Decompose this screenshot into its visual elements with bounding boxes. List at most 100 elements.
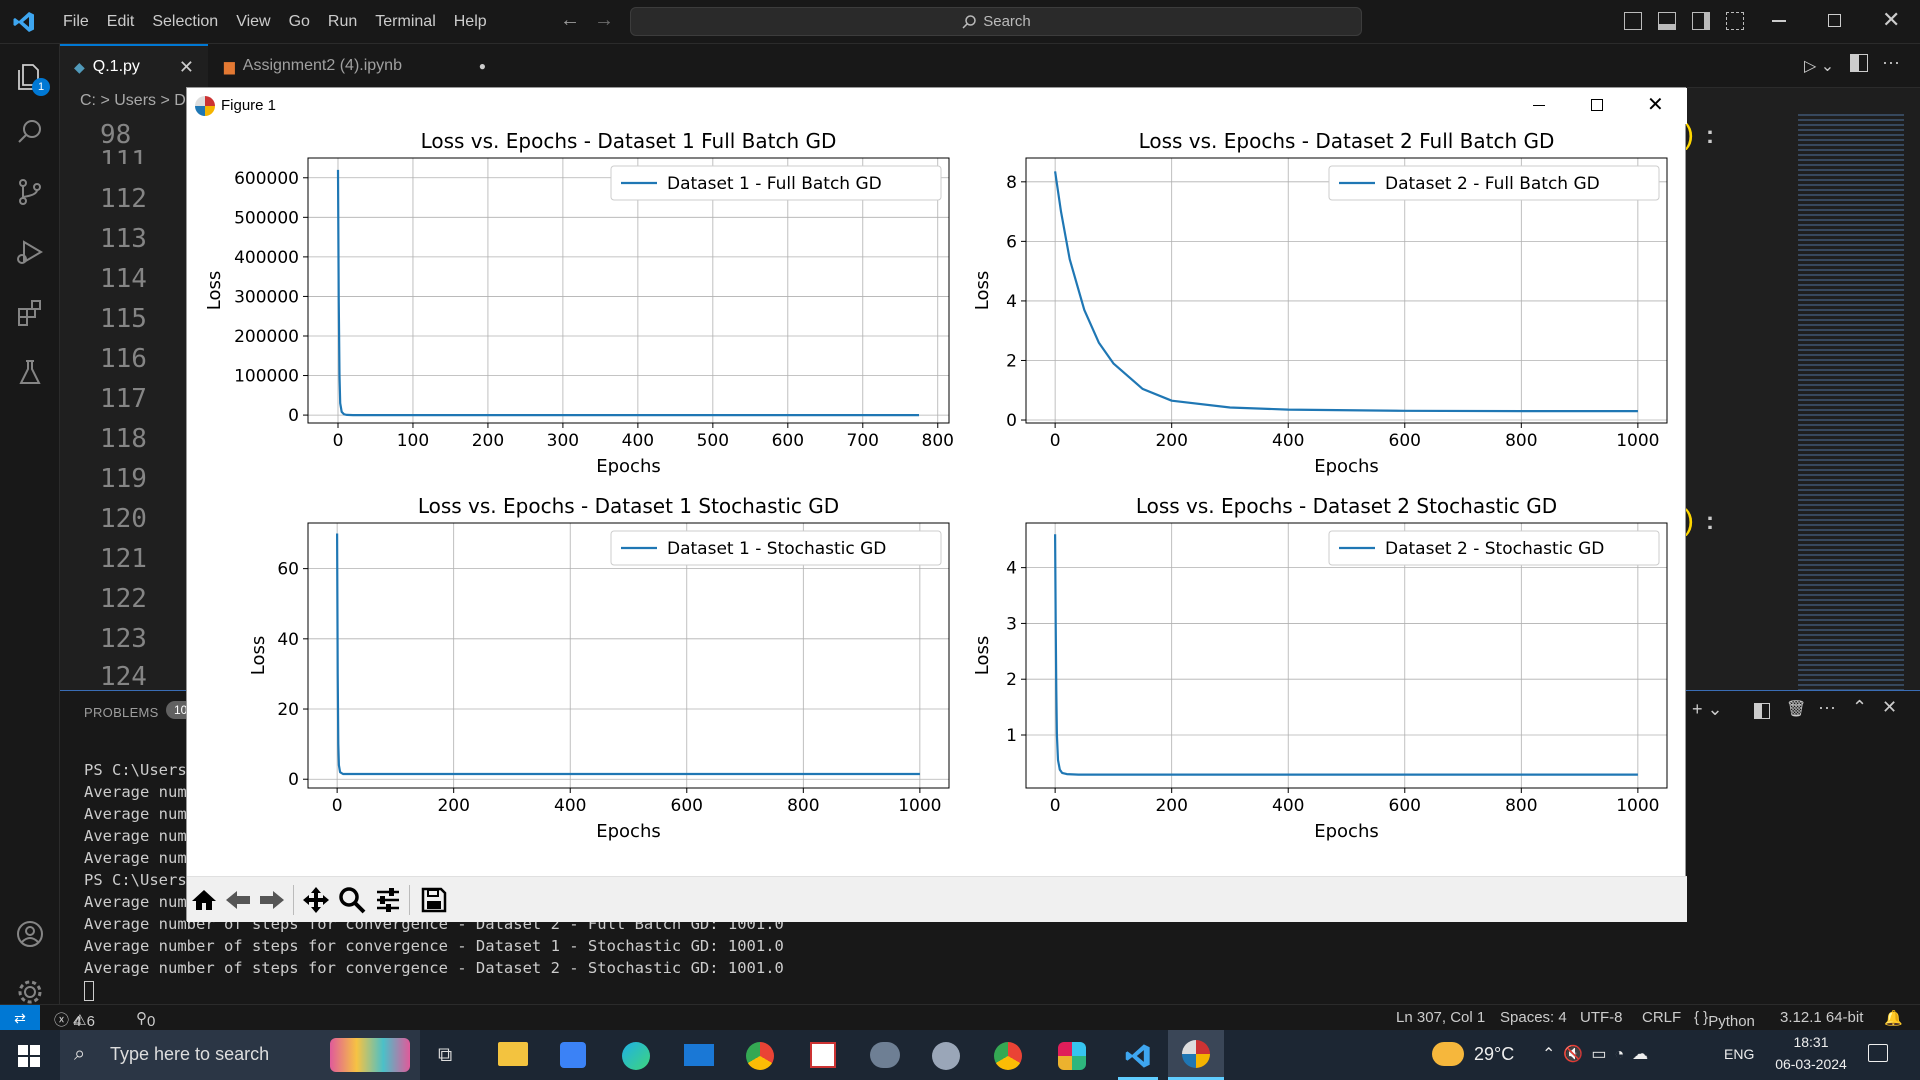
zoom-magnifier-icon[interactable] [337, 885, 367, 915]
toggle-sidebar-icon[interactable] [1624, 12, 1642, 30]
home-icon[interactable] [189, 885, 219, 915]
vscode-taskbar-icon[interactable] [1118, 1038, 1158, 1080]
run-file-icon[interactable]: ▷ ⌄ [1804, 56, 1834, 76]
menu-help[interactable]: Help [445, 13, 496, 31]
system-tray-icons[interactable]: ⌃🔇▭◔☁ [1542, 1044, 1656, 1064]
x-tick-label: 300 [547, 431, 579, 451]
breadcrumb-item[interactable]: C: [80, 92, 96, 109]
legend: Dataset 1 - Stochastic GD [610, 530, 942, 566]
minimize-icon[interactable] [1772, 20, 1786, 22]
windows-start-icon[interactable] [18, 1045, 40, 1072]
toggle-secondary-sidebar-icon[interactable] [1692, 12, 1710, 30]
edge-browser-icon[interactable] [622, 1042, 650, 1070]
split-terminal-icon[interactable] [1754, 703, 1770, 719]
explorer-icon[interactable]: 1 [10, 56, 50, 96]
cursor-position[interactable]: Ln 307, Col 1 [1396, 1009, 1485, 1026]
close-tab-icon[interactable]: ✕ [179, 57, 194, 78]
figure-maximize-icon[interactable] [1591, 99, 1603, 111]
python-interpreter[interactable]: 3.12.1 64-bit [1780, 1009, 1863, 1026]
clock[interactable]: 18:31 06-03-2024 [1770, 1034, 1852, 1072]
menu-selection[interactable]: Selection [143, 13, 227, 31]
accounts-icon[interactable] [10, 914, 50, 954]
breadcrumb-item[interactable]: Users [114, 92, 156, 109]
extensions-icon[interactable] [10, 292, 50, 332]
save-floppy-icon[interactable] [419, 885, 449, 915]
source-control-icon[interactable] [10, 172, 50, 212]
input-language[interactable]: ENG [1724, 1046, 1754, 1062]
chrome-icon[interactable] [746, 1042, 774, 1070]
notification-center-icon[interactable] [1868, 1044, 1888, 1062]
errors-warnings[interactable]: ⓧ 4 ⚠ 6 [54, 1009, 95, 1030]
back-arrow-icon[interactable]: ← [560, 9, 580, 32]
terminal-more-icon[interactable]: ··· [1818, 697, 1836, 718]
encoding[interactable]: UTF-8 [1580, 1009, 1623, 1026]
kill-terminal-trash-icon[interactable]: 🗑 [1786, 699, 1806, 719]
more-actions-icon[interactable]: ··· [1882, 52, 1900, 73]
tab-problems[interactable]: PROBLEMS [84, 705, 159, 720]
figure-window-title: Figure 1 [221, 97, 277, 114]
menu-view[interactable]: View [227, 13, 279, 31]
activity-bar: 1 [0, 44, 60, 1004]
maximize-panel-icon[interactable]: ⌃ [1852, 697, 1867, 718]
menu-go[interactable]: Go [280, 13, 319, 31]
figure-close-icon[interactable]: ✕ [1647, 92, 1664, 117]
tab-label: Q.1.py [92, 58, 140, 75]
x-tick-label: 0 [332, 796, 343, 816]
status-bar: ⇄ ⓧ 4 ⚠ 6 ⚲ 0 Ln 307, Col 1 Spaces: 4 UT… [0, 1004, 1920, 1031]
notifications-bell-icon[interactable]: 🔔 [1884, 1009, 1903, 1027]
close-panel-icon[interactable]: ✕ [1882, 697, 1897, 718]
pan-move-icon[interactable] [301, 885, 331, 915]
minimap[interactable] [1798, 114, 1904, 690]
x-tick-label: 1000 [1616, 431, 1659, 451]
weather-temperature[interactable]: 29°C [1474, 1044, 1514, 1065]
toggle-panel-icon[interactable] [1658, 12, 1676, 30]
tab-q1-py[interactable]: ◆ Q.1.py ✕ [60, 44, 208, 88]
split-editor-icon[interactable] [1850, 54, 1868, 72]
app-icon[interactable] [932, 1042, 960, 1070]
python-figure-taskbar-icon[interactable] [1168, 1030, 1224, 1080]
slack-icon[interactable] [1058, 1042, 1086, 1070]
forward-arrow-icon[interactable]: → [594, 9, 614, 32]
search-view-icon[interactable] [10, 112, 50, 152]
microsoft-store-icon[interactable] [560, 1042, 586, 1068]
mail-icon[interactable] [684, 1044, 714, 1066]
language-mode[interactable]: { } Python [1694, 1009, 1755, 1030]
x-axis-label: Epochs [596, 821, 661, 842]
subplot-dataset2-full-batch: 0 200 400 600 800 1000 0 2 4 6 8 Loss vs. Epochs - … [972, 129, 1668, 477]
matplotlib-logo-icon [195, 96, 215, 116]
back-icon[interactable] [223, 885, 253, 915]
app-icon[interactable] [810, 1042, 836, 1068]
figure-minimize-icon[interactable] [1533, 105, 1545, 107]
forward-icon[interactable] [257, 885, 287, 915]
menu-file[interactable]: File [54, 13, 98, 31]
customize-layout-icon[interactable] [1726, 12, 1744, 30]
indentation[interactable]: Spaces: 4 [1500, 1009, 1567, 1026]
chrome-profile-icon[interactable] [994, 1042, 1022, 1070]
close-window-icon[interactable]: ✕ [1882, 7, 1900, 33]
breadcrumb-item[interactable]: D [174, 92, 186, 109]
new-terminal-icon[interactable]: + ⌄ [1692, 699, 1723, 720]
y-tick-label: 6 [1006, 232, 1017, 252]
y-tick-label: 40 [277, 630, 299, 650]
tab-assignment2-ipynb[interactable]: ▆ Assignment2 (4).ipynb ● [210, 44, 500, 88]
taskbar-search-box[interactable]: ⌕ Type here to search [60, 1030, 420, 1080]
menu-run[interactable]: Run [319, 13, 366, 31]
run-debug-icon[interactable] [10, 232, 50, 272]
ports-indicator[interactable]: ⚲ 0 [136, 1009, 155, 1030]
file-explorer-icon[interactable] [498, 1042, 528, 1066]
figure-canvas[interactable]: 0 100 200 300 400 500 600 700 800010000020000030… [187, 124, 1687, 876]
command-center-search[interactable]: Search [630, 7, 1362, 36]
warnings-count: 6 [86, 1013, 95, 1030]
remote-indicator-icon[interactable]: ⇄ [0, 1005, 40, 1031]
terminal-cursor[interactable] [84, 981, 94, 1001]
menu-edit[interactable]: Edit [98, 13, 144, 31]
r-language-icon[interactable] [870, 1042, 900, 1068]
restore-icon[interactable] [1828, 14, 1841, 27]
configure-subplots-icon[interactable] [373, 885, 403, 915]
y-axis-label: Loss [248, 636, 269, 675]
x-tick-label: 800 [1505, 796, 1537, 816]
testing-flask-icon[interactable] [10, 352, 50, 392]
task-view-icon[interactable]: ⧉ [438, 1044, 452, 1067]
end-of-line[interactable]: CRLF [1642, 1009, 1681, 1026]
menu-terminal[interactable]: Terminal [366, 13, 444, 31]
